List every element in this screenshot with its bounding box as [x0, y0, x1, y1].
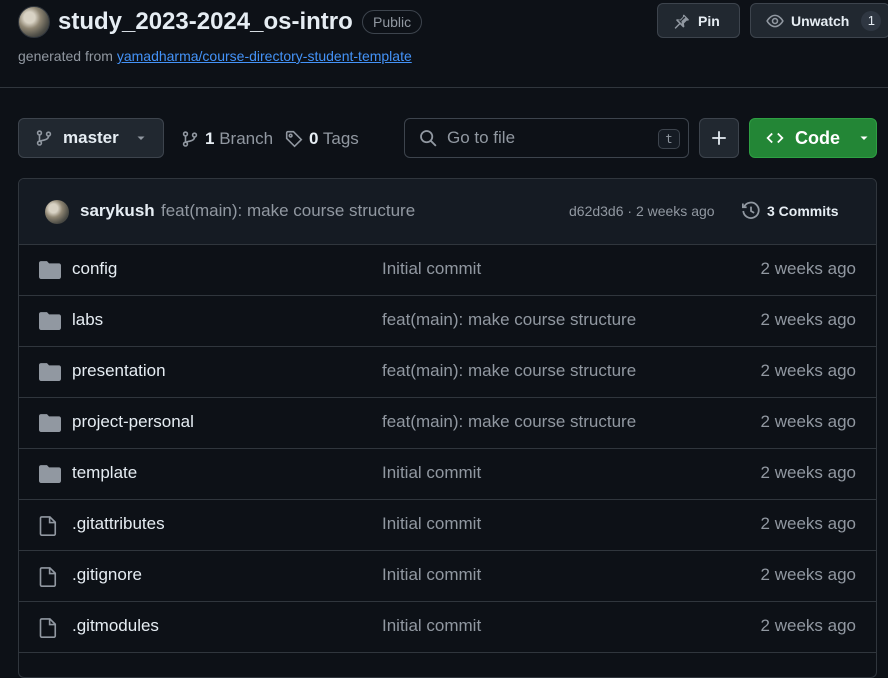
file-row[interactable]: .gitignore Initial commit 2 weeks ago	[19, 551, 876, 602]
tags-link[interactable]: 0 Tags	[285, 127, 359, 151]
file-commit-message[interactable]: feat(main): make course structure	[382, 310, 636, 330]
search-shortcut-key: t	[658, 129, 680, 149]
file-name[interactable]: presentation	[72, 361, 166, 381]
file-commit-message[interactable]: Initial commit	[382, 565, 481, 585]
repo-title[interactable]: study_2023-2024_os-intro	[58, 6, 353, 38]
branch-icon	[35, 129, 53, 147]
file-name[interactable]: .gitattributes	[72, 514, 165, 534]
template-link[interactable]: yamadharma/course-directory-student-temp…	[117, 48, 412, 64]
folder-icon	[39, 414, 61, 432]
search-placeholder: Go to file	[447, 128, 516, 147]
folder-icon	[39, 261, 61, 279]
file-row[interactable]: .gitattributes Initial commit 2 weeks ago	[19, 500, 876, 551]
tag-count: 0	[309, 129, 319, 148]
branch-count-label: Branch	[219, 129, 274, 148]
latest-commit-bar: sarykush feat(main): make course structu…	[19, 179, 876, 245]
file-icon	[39, 567, 57, 587]
file-commit-age: 2 weeks ago	[760, 310, 856, 329]
unwatch-label: Unwatch	[791, 12, 850, 29]
owner-avatar[interactable]	[18, 6, 50, 38]
folder-icon	[39, 465, 61, 483]
file-commit-age: 2 weeks ago	[760, 463, 856, 482]
file-commit-message[interactable]: Initial commit	[382, 259, 481, 279]
code-icon	[765, 129, 785, 147]
go-to-file-input[interactable]: Go to file t	[404, 118, 689, 158]
branch-icon	[181, 130, 199, 148]
unwatch-button[interactable]: Unwatch 1	[750, 3, 888, 38]
file-commit-age: 2 weeks ago	[760, 259, 856, 278]
commit-author[interactable]: sarykush	[80, 201, 155, 221]
pin-icon	[672, 12, 690, 30]
author-avatar[interactable]	[45, 200, 69, 224]
branch-selector[interactable]: master	[18, 118, 164, 158]
watchers-count: 1	[861, 10, 882, 31]
visibility-badge: Public	[362, 10, 423, 34]
generated-prefix: generated from	[18, 48, 113, 64]
branch-count: 1	[205, 129, 215, 148]
file-commit-message[interactable]: feat(main): make course structure	[382, 361, 636, 381]
file-name[interactable]: config	[72, 259, 117, 279]
commits-link[interactable]: 3 Commits	[741, 201, 839, 221]
header-divider	[0, 87, 888, 88]
file-commit-age: 2 weeks ago	[760, 565, 856, 584]
folder-icon	[39, 363, 61, 381]
file-commit-age: 2 weeks ago	[760, 514, 856, 533]
file-commit-age: 2 weeks ago	[760, 616, 856, 635]
file-row[interactable]: template Initial commit 2 weeks ago	[19, 449, 876, 500]
folder-icon	[39, 312, 61, 330]
eye-icon	[765, 12, 785, 30]
code-button[interactable]: Code	[749, 118, 877, 158]
caret-down-icon	[858, 132, 870, 144]
file-commit-age: 2 weeks ago	[760, 361, 856, 380]
commit-message[interactable]: feat(main): make course structure	[161, 201, 415, 221]
file-icon	[39, 618, 57, 638]
history-icon	[741, 201, 761, 221]
file-name[interactable]: labs	[72, 310, 103, 330]
file-icon	[39, 516, 57, 536]
file-row[interactable]: presentation feat(main): make course stru…	[19, 347, 876, 398]
file-commit-message[interactable]: Initial commit	[382, 616, 481, 636]
plus-icon	[710, 129, 728, 147]
file-name[interactable]: .gitmodules	[72, 616, 159, 636]
caret-down-icon	[135, 132, 147, 144]
pin-label: Pin	[698, 12, 720, 29]
commit-hash-time[interactable]: d62d3d6 · 2 weeks ago	[569, 203, 715, 219]
pin-button[interactable]: Pin	[657, 3, 740, 38]
file-name[interactable]: template	[72, 463, 137, 483]
file-row[interactable]: labs feat(main): make course structure 2 w…	[19, 296, 876, 347]
tag-icon	[285, 130, 303, 148]
code-label: Code	[795, 127, 840, 148]
search-icon	[419, 129, 437, 147]
commits-count: 3 Commits	[767, 203, 839, 219]
file-commit-message[interactable]: Initial commit	[382, 514, 481, 534]
generated-from: generated from yamadharma/course-directo…	[18, 46, 412, 66]
file-commit-message[interactable]: feat(main): make course structure	[382, 412, 636, 432]
file-row[interactable]: config Initial commit 2 weeks ago	[19, 245, 876, 296]
file-row[interactable]: .gitmodules Initial commit 2 weeks ago	[19, 602, 876, 653]
file-commit-age: 2 weeks ago	[760, 412, 856, 431]
file-table: sarykush feat(main): make course structu…	[18, 178, 877, 678]
file-commit-message[interactable]: Initial commit	[382, 463, 481, 483]
branches-link[interactable]: 1 Branch	[181, 127, 273, 151]
add-file-button[interactable]	[699, 118, 739, 158]
branch-name: master	[63, 128, 119, 147]
file-name[interactable]: .gitignore	[72, 565, 142, 585]
tag-count-label: Tags	[322, 129, 359, 148]
file-name[interactable]: project-personal	[72, 412, 194, 432]
file-row[interactable]: project-personal feat(main): make course …	[19, 398, 876, 449]
